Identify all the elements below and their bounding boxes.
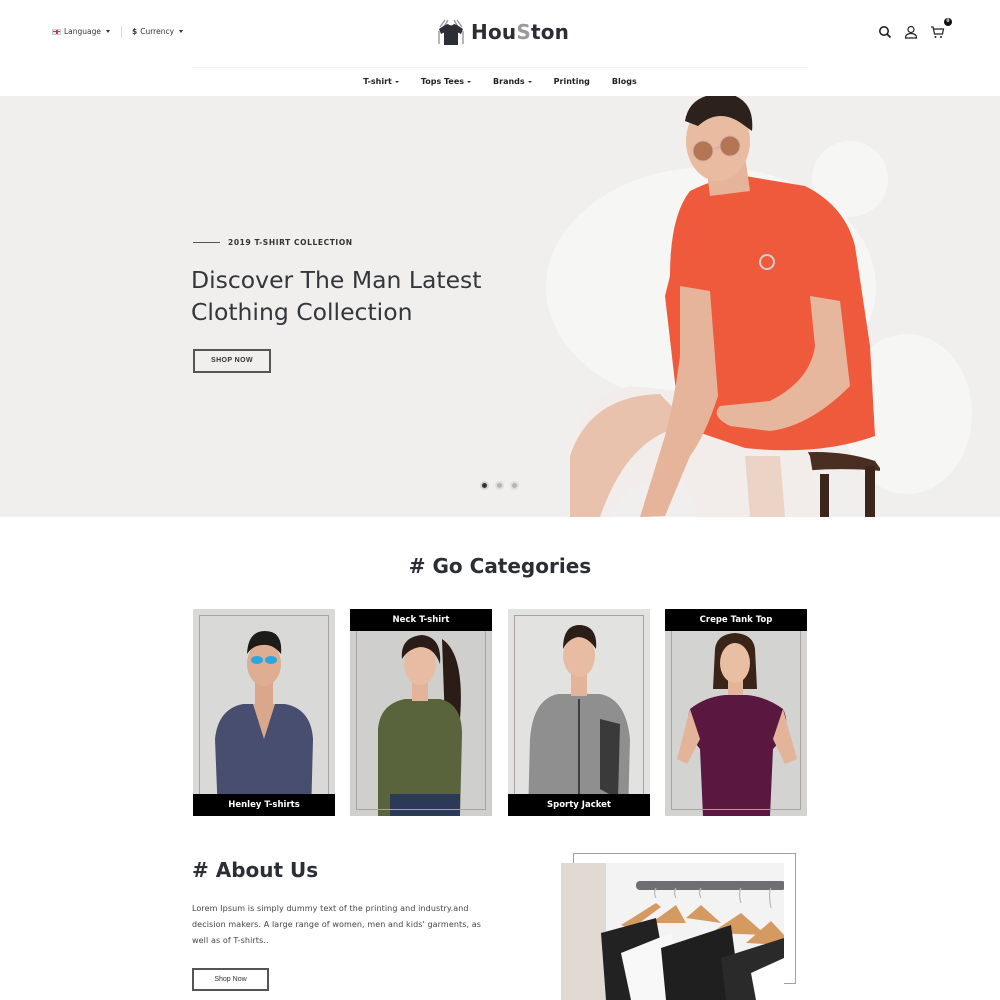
nav-label: Tops Tees <box>420 77 465 86</box>
hero-title-line: Clothing Collection <box>191 298 413 326</box>
logo-text-part: Hou <box>471 20 517 44</box>
search-icon[interactable] <box>878 24 894 40</box>
hero-model-image <box>570 96 880 517</box>
nav-label: Brands <box>493 77 525 86</box>
card-frame <box>671 615 801 810</box>
slide-dot-3[interactable] <box>510 481 519 490</box>
nav-item-blogs[interactable]: Blogs <box>612 77 637 86</box>
cart-count-badge: 0 <box>944 18 952 26</box>
nav-label: Printing <box>553 77 590 86</box>
site-logo[interactable]: HouSton <box>436 17 569 47</box>
hero-title: Discover The Man Latest Clothing Collect… <box>191 264 511 328</box>
kicker-text: 2019 T-SHIRT COLLECTION <box>228 238 353 247</box>
nav-item-brands[interactable]: Brands <box>493 77 532 86</box>
categories-title: # Go Categories <box>408 554 592 578</box>
header-actions: 0 <box>878 18 956 40</box>
nav-item-printing[interactable]: Printing <box>554 77 590 86</box>
category-card-henley[interactable]: Henley T-shirts <box>193 609 335 816</box>
chevron-down-icon <box>106 30 111 33</box>
card-frame <box>514 615 644 810</box>
divider <box>121 26 122 38</box>
language-selector[interactable]: Language <box>52 27 111 36</box>
top-header: Language $ Currency HouSton 0 <box>0 0 1000 66</box>
cart-icon[interactable]: 0 <box>930 18 952 40</box>
category-card-sporty-jacket[interactable]: Sporty Jacket <box>508 609 650 816</box>
chevron-down-icon <box>179 30 184 33</box>
currency-selector[interactable]: $ Currency <box>132 27 184 36</box>
logo-text: HouSton <box>471 20 569 44</box>
nav-item-tshirt[interactable]: T-shirt <box>363 77 399 86</box>
kicker-line <box>193 242 220 243</box>
flag-icon <box>52 28 61 35</box>
tshirt-logo-icon <box>436 17 466 47</box>
logo-text-accent: S <box>516 20 531 44</box>
hero-kicker: 2019 T-SHIRT COLLECTION <box>193 238 353 247</box>
slider-pagination <box>480 481 525 490</box>
main-nav: T-shirt Tops Tees Brands Printing Blogs <box>0 77 1000 86</box>
chevron-down-icon <box>527 80 532 83</box>
language-label: Language <box>64 27 102 36</box>
slide-dot-2[interactable] <box>495 481 504 490</box>
category-label: Neck T-shirt <box>350 609 492 631</box>
card-frame <box>356 615 486 810</box>
about-image <box>561 863 784 1000</box>
about-shop-now-button[interactable]: Shop Now <box>192 968 269 991</box>
logo-text-part: ton <box>530 20 570 44</box>
card-frame <box>199 615 329 810</box>
slide-dot-1[interactable] <box>480 481 489 490</box>
chevron-down-icon <box>467 80 472 83</box>
about-title: # About Us <box>192 858 319 882</box>
nav-label: T-shirt <box>363 77 392 86</box>
nav-item-tops-tees[interactable]: Tops Tees <box>420 77 472 86</box>
chevron-down-icon <box>394 80 399 83</box>
nav-label: Blogs <box>611 77 637 86</box>
category-label: Crepe Tank Top <box>665 609 807 631</box>
clothes-rack-image <box>561 863 784 1000</box>
category-card-neck-tshirt[interactable]: Neck T-shirt <box>350 609 492 816</box>
header-divider <box>193 67 808 68</box>
category-label: Henley T-shirts <box>193 794 335 816</box>
category-label: Sporty Jacket <box>508 794 650 816</box>
about-description: Lorem Ipsum is simply dummy text of the … <box>192 904 482 945</box>
hero-slider: 2019 T-SHIRT COLLECTION Discover The Man… <box>0 96 1000 517</box>
shop-now-button[interactable]: SHOP NOW <box>193 349 271 373</box>
hero-title-line: Discover The Man Latest <box>191 266 482 294</box>
currency-symbol: $ <box>132 27 138 36</box>
currency-label: Currency <box>140 27 175 36</box>
user-icon[interactable] <box>904 24 920 40</box>
category-card-crepe-tank-top[interactable]: Crepe Tank Top <box>665 609 807 816</box>
